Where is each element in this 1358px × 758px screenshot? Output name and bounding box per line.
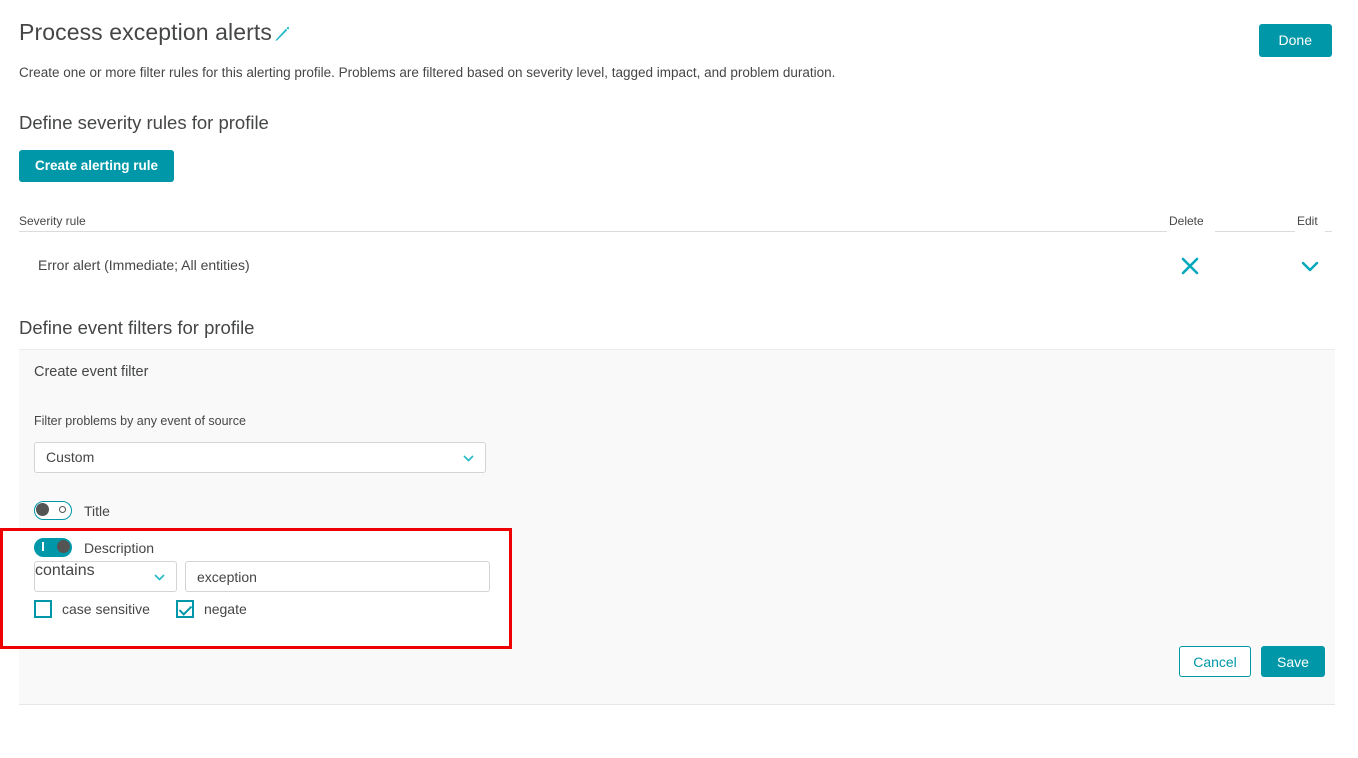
toggle-on-mark-icon xyxy=(42,542,44,551)
source-field-label: Filter problems by any event of source xyxy=(34,414,246,428)
panel-title: Create event filter xyxy=(34,364,149,380)
header-divider-3 xyxy=(1325,231,1332,232)
header-divider-1 xyxy=(19,231,1167,232)
condition-row-title: Title xyxy=(34,501,110,520)
severity-rules-table: Severity rule Delete Edit Error alert (I… xyxy=(19,214,1332,295)
event-section-heading: Define event filters for profile xyxy=(19,317,255,338)
toggle-knob xyxy=(57,540,70,553)
chevron-down-icon xyxy=(462,452,475,465)
close-x-icon[interactable] xyxy=(1177,253,1203,279)
severity-rule-name: Error alert (Immediate; All entities) xyxy=(38,257,250,273)
column-header-severity-rule: Severity rule xyxy=(19,214,92,228)
header-divider-2 xyxy=(1215,231,1295,232)
page-title: Process exception alerts xyxy=(19,19,272,45)
toggle-knob xyxy=(36,503,49,516)
cancel-button[interactable]: Cancel xyxy=(1179,646,1251,677)
page-subtitle: Create one or more filter rules for this… xyxy=(19,65,836,80)
done-button[interactable]: Done xyxy=(1258,24,1332,57)
checkbox-box xyxy=(34,600,52,618)
column-header-edit: Edit xyxy=(1291,214,1324,228)
table-row: Error alert (Immediate; All entities) xyxy=(19,237,1332,295)
checkbox-label-case-sensitive: case sensitive xyxy=(62,601,150,617)
column-header-delete: Delete xyxy=(1163,214,1210,228)
condition-row-description: Description xyxy=(34,538,154,557)
checkbox-label-negate: negate xyxy=(203,601,247,617)
toggle-off-mark-icon xyxy=(59,506,66,513)
description-checkbox-row: case sensitive negate xyxy=(34,600,273,618)
page-title-row: Process exception alerts xyxy=(19,18,291,46)
description-operator-value: contains xyxy=(35,562,95,579)
checkbox-negate[interactable]: negate xyxy=(175,600,247,618)
source-select-value: Custom xyxy=(46,449,95,465)
save-button[interactable]: Save xyxy=(1261,646,1325,677)
create-event-filter-panel: Create event filter Filter problems by a… xyxy=(19,349,1335,705)
condition-label-description: Description xyxy=(84,539,155,556)
severity-section-heading: Define severity rules for profile xyxy=(19,112,269,133)
chevron-down-icon xyxy=(153,571,166,584)
description-operator-select[interactable]: contains xyxy=(34,561,177,592)
chevron-down-icon[interactable] xyxy=(1297,253,1323,279)
pencil-icon[interactable] xyxy=(273,25,291,43)
toggle-title[interactable] xyxy=(34,501,72,520)
description-value-input[interactable] xyxy=(185,561,490,592)
table-header-row: Severity rule Delete Edit xyxy=(19,214,1332,237)
source-select[interactable]: Custom xyxy=(34,442,486,473)
checkbox-box xyxy=(175,600,194,618)
condition-label-title: Title xyxy=(84,502,110,519)
toggle-description[interactable] xyxy=(34,538,72,557)
create-alerting-rule-button[interactable]: Create alerting rule xyxy=(19,150,175,182)
checkbox-case-sensitive[interactable]: case sensitive xyxy=(34,600,150,618)
